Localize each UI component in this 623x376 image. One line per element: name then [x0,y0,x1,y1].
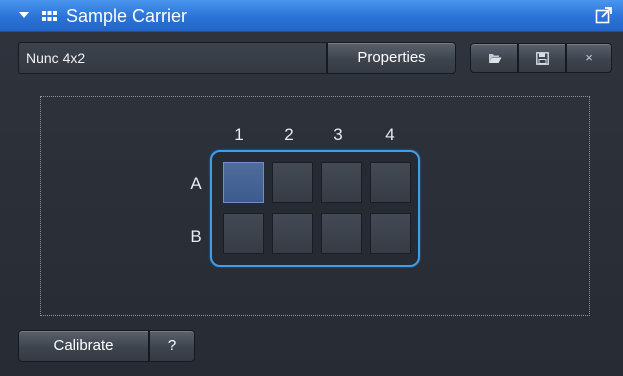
well-b4[interactable] [370,213,411,254]
well-a3[interactable] [321,162,362,203]
well-a2[interactable] [272,162,313,203]
panel-title: Sample Carrier [66,6,188,26]
well-b3[interactable] [321,213,362,254]
well-plate [210,150,420,267]
carrier-name-field[interactable]: Nunc 4x2 [18,42,327,74]
calibrate-button[interactable]: Calibrate [18,330,149,362]
panel-titlebar: Sample Carrier [0,0,623,32]
well-b1[interactable] [223,213,264,254]
close-button[interactable]: × [566,43,612,73]
open-carrier-button[interactable] [470,43,518,73]
row-label: B [190,227,202,246]
help-button[interactable]: ? [149,330,195,362]
undock-icon[interactable] [595,6,613,24]
save-carrier-button[interactable] [518,43,566,73]
folder-open-icon [489,54,502,63]
grid-icon [42,11,57,21]
column-label: 1 [234,125,244,144]
collapse-icon[interactable] [19,12,29,18]
properties-button[interactable]: Properties [327,42,456,74]
save-icon [536,52,549,65]
well-b2[interactable] [272,213,313,254]
well-a4[interactable] [370,162,411,203]
column-label: 3 [333,125,343,144]
row-label: A [190,174,202,193]
column-label: 4 [385,125,395,144]
column-label: 2 [284,125,294,144]
well-a1[interactable] [223,162,264,203]
